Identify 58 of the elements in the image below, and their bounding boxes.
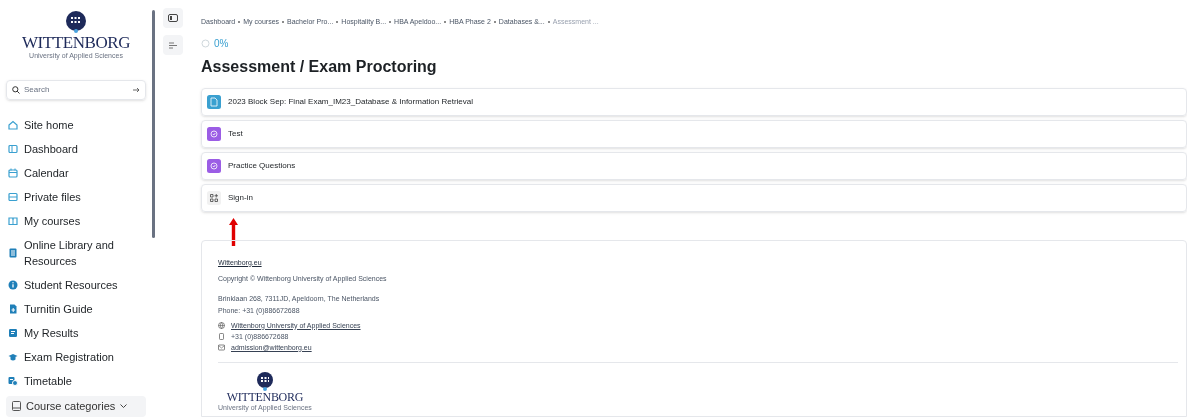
open-book-icon — [8, 215, 18, 226]
activity-link[interactable]: Sign-in — [228, 191, 253, 204]
search-field[interactable]: Search — [24, 83, 129, 96]
course-categories-button[interactable]: Course categories — [6, 395, 146, 417]
document-icon — [8, 303, 18, 314]
progress-ring-icon — [201, 39, 210, 48]
logo-wordmark: WITTENBORG — [21, 34, 131, 51]
crest-icon — [65, 10, 87, 34]
globe-icon — [218, 321, 225, 329]
arrow-right-icon — [133, 86, 140, 93]
nav-item[interactable]: Dashboard — [6, 136, 146, 161]
activity-link[interactable]: Test — [228, 127, 243, 140]
nav-item[interactable]: Private files — [6, 184, 146, 209]
scrollbar[interactable] — [152, 10, 155, 238]
panel-icon — [168, 14, 178, 22]
house-icon — [8, 119, 18, 130]
timetable-icon — [8, 375, 18, 386]
page-title: Assessment / Exam Proctoring — [201, 56, 438, 77]
book-icon — [12, 401, 21, 412]
nav-item[interactable]: My Results — [6, 320, 146, 345]
progress-percent: 0% — [214, 38, 229, 49]
nav-item[interactable]: My courses — [6, 208, 146, 233]
bullet-icon — [444, 21, 447, 24]
info-icon — [8, 279, 18, 290]
nav-item[interactable]: Student Resources — [6, 272, 146, 297]
nav-item[interactable]: Online Library and Resources — [6, 232, 146, 273]
course-index-button[interactable] — [163, 35, 183, 55]
nav-item[interactable]: Timetable — [6, 368, 146, 393]
calendar-icon — [8, 167, 18, 178]
crest-icon — [255, 370, 274, 391]
search-icon — [12, 85, 20, 94]
annotation-arrow — [229, 217, 238, 246]
bullet-icon — [238, 21, 241, 24]
nav-item[interactable]: Calendar — [6, 160, 146, 185]
activity-link[interactable]: Practice Questions — [228, 159, 296, 172]
document-icon — [207, 94, 221, 109]
nav-item[interactable]: Exam Registration — [6, 344, 146, 369]
drawer-icon — [8, 191, 18, 202]
bullet-icon — [336, 21, 339, 24]
nav-item[interactable]: Site home — [6, 112, 146, 137]
chevron-down-icon — [120, 403, 128, 409]
envelope-icon — [218, 343, 225, 351]
list-icon — [169, 41, 177, 49]
bullet-icon — [282, 21, 285, 24]
bullet-icon — [547, 21, 550, 24]
bullet-icon — [389, 21, 392, 24]
graduation-cap-icon — [8, 351, 18, 362]
dashboard-icon — [8, 143, 18, 154]
activity-link[interactable]: 2023 Block Sep: Final Exam_IM23_Database & Information Retrieval — [228, 95, 473, 108]
nav-item[interactable]: Turnitin Guide — [6, 296, 146, 321]
bullet-icon — [493, 21, 496, 24]
search-box[interactable]: Search — [6, 80, 146, 100]
results-icon — [8, 327, 18, 338]
mobile-phone-icon — [218, 332, 225, 340]
book-icon — [8, 247, 18, 258]
sidebar-toggle-button[interactable] — [163, 8, 183, 28]
logo-wordmark: WITTENBORG — [226, 390, 304, 403]
grid-icon — [207, 190, 221, 205]
